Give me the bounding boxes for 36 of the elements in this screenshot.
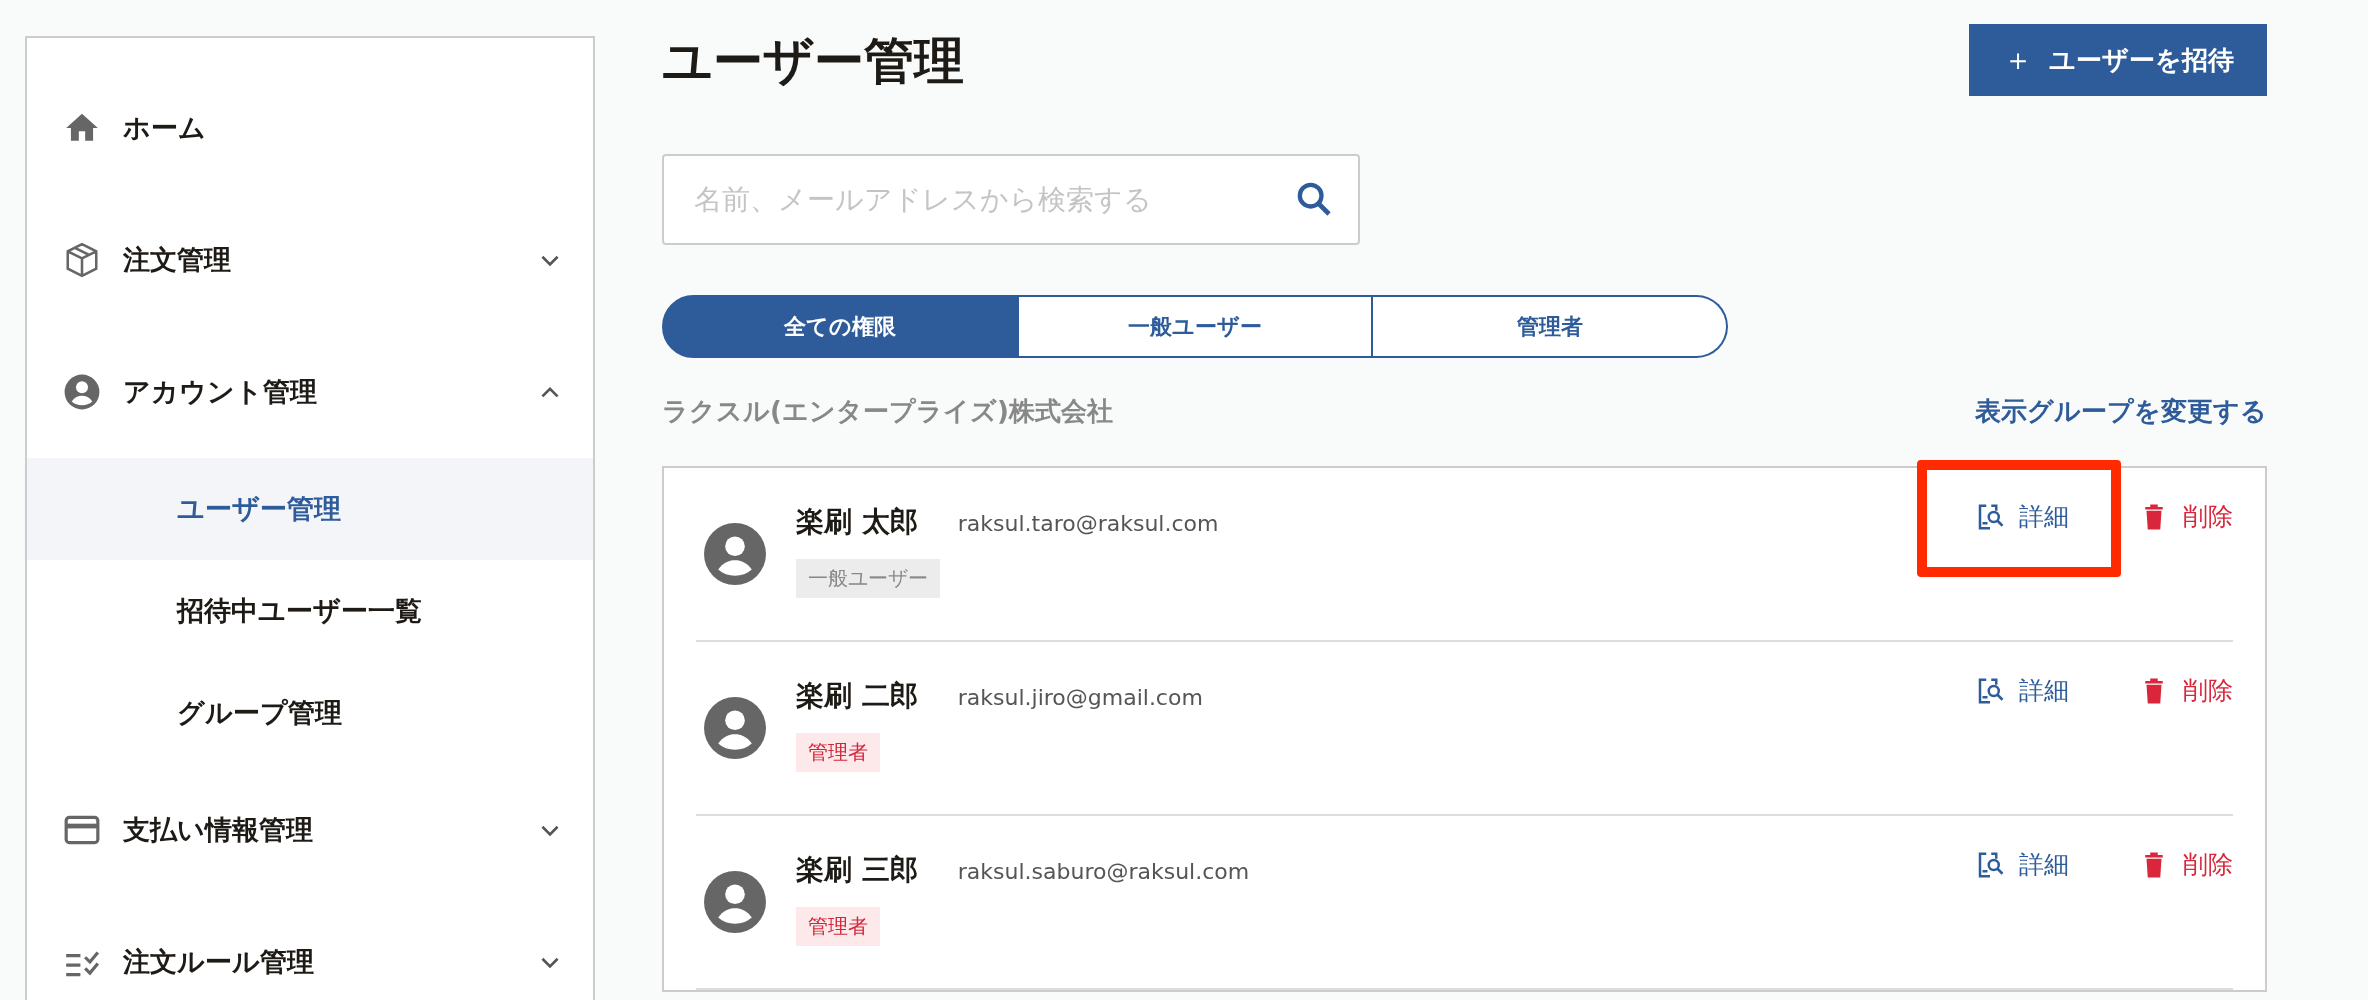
filter-tab[interactable]: 全ての権限 (662, 295, 1019, 358)
account-icon (63, 373, 101, 411)
delete-button[interactable]: 削除 (2139, 494, 2233, 539)
filter-tab[interactable]: 管理者 (1373, 295, 1728, 358)
user-name: 楽刷 三郎 (796, 851, 918, 888)
search-field[interactable]: 名前、メールアドレスから検索する (662, 154, 1360, 245)
sidebar-subitem[interactable]: 招待中ユーザー一覧 (27, 560, 593, 662)
invite-user-button[interactable]: ＋ ユーザーを招待 (1969, 24, 2267, 96)
detail-button[interactable]: 詳細 (1975, 668, 2069, 713)
sidebar-subitem[interactable]: グループ管理 (27, 662, 593, 764)
detail-button[interactable]: 詳細 (1975, 494, 2069, 539)
sidebar-item[interactable]: 支払い情報管理 (27, 764, 593, 896)
sidebar-item[interactable]: ホーム (27, 62, 593, 194)
role-tag: 一般ユーザー (796, 558, 940, 598)
role-tag: 管理者 (796, 906, 880, 946)
user-email: raksul.taro@raksul.com (957, 510, 1219, 536)
user-name: 楽刷 二郎 (796, 677, 918, 714)
detail-button[interactable]: 詳細 (1975, 842, 2069, 887)
box-icon (63, 241, 101, 279)
change-group-link[interactable]: 表示グループを変更する (1975, 393, 2267, 429)
avatar-icon (704, 697, 766, 759)
sidebar-subitem[interactable]: ユーザー管理 (27, 458, 593, 560)
page-title: ユーザー管理 (662, 31, 964, 92)
delete-button[interactable]: 削除 (2139, 842, 2233, 887)
user-name: 楽刷 太郎 (796, 503, 918, 540)
sidebar-item[interactable]: 注文ルール管理 (27, 896, 593, 1000)
avatar-icon (704, 523, 766, 585)
sidebar-item[interactable]: アカウント管理 (27, 326, 593, 458)
avatar-icon (704, 871, 766, 933)
delete-button[interactable]: 削除 (2139, 668, 2233, 713)
user-email: raksul.saburo@raksul.com (957, 858, 1250, 884)
sidebar-item[interactable]: 注文管理 (27, 194, 593, 326)
filter-tab[interactable]: 一般ユーザー (1018, 295, 1374, 358)
company-name: ラクスル(エンタープライズ)株式会社 (662, 394, 1113, 428)
role-tag: 管理者 (796, 732, 880, 772)
user-email: raksul.jiro@gmail.com (957, 684, 1203, 710)
